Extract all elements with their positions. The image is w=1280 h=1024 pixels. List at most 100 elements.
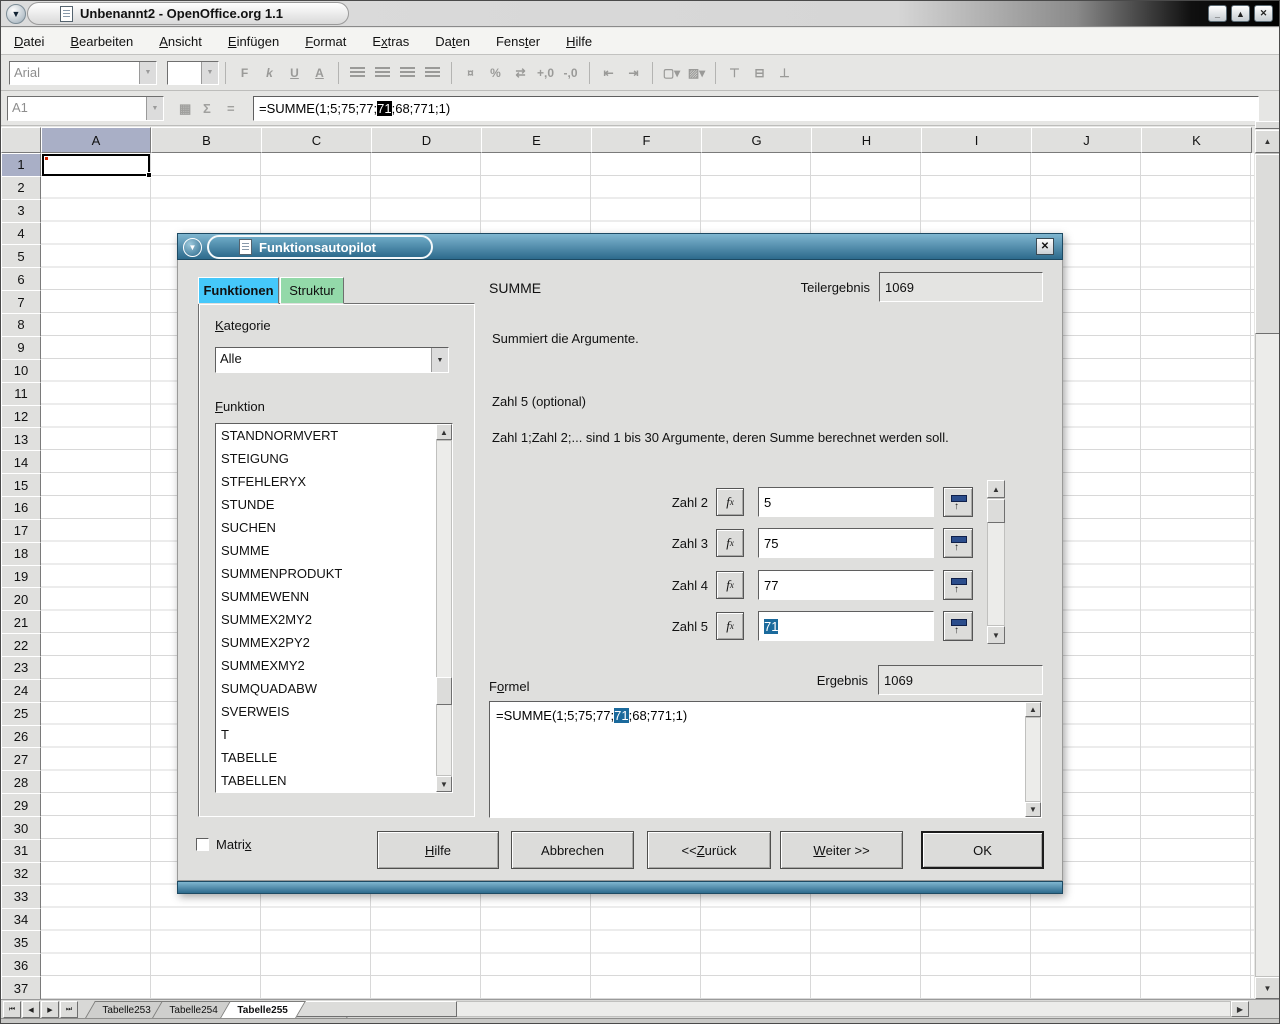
function-item-summex2py2[interactable]: SUMMEX2PY2	[216, 631, 452, 654]
row-header-7[interactable]: 7	[1, 290, 41, 314]
function-list[interactable]: STANDNORMVERTSTEIGUNGSTFEHLERYXSTUNDESUC…	[215, 423, 453, 793]
last-sheet-button[interactable]: ⏭	[60, 1001, 78, 1018]
formel-scroll-down-button[interactable]: ▼	[1025, 802, 1041, 817]
row-header-30[interactable]: 30	[1, 816, 41, 840]
matrix-checkbox[interactable]	[196, 838, 209, 851]
row-header-19[interactable]: 19	[1, 565, 41, 589]
list-scroll-down-button[interactable]: ▼	[436, 776, 452, 792]
formel-scroll-up-button[interactable]: ▲	[1025, 702, 1041, 717]
sum-icon[interactable]: Σ	[203, 101, 211, 116]
row-header-15[interactable]: 15	[1, 473, 41, 497]
row-header-10[interactable]: 10	[1, 359, 41, 383]
v-scrollbar-thumb[interactable]	[1255, 154, 1280, 334]
align-left-icon[interactable]	[345, 61, 370, 85]
function-item-sumquadabw[interactable]: SUMQUADABW	[216, 677, 452, 700]
row-header-20[interactable]: 20	[1, 587, 41, 611]
menu-format[interactable]: Format	[296, 30, 355, 53]
chevron-down-icon[interactable]: ▼	[139, 62, 156, 84]
split-handle[interactable]	[1255, 121, 1280, 129]
bold-icon[interactable]: F	[232, 61, 257, 85]
chevron-down-icon[interactable]: ▼	[431, 348, 448, 372]
function-item-summenprodukt[interactable]: SUMMENPRODUKT	[216, 562, 452, 585]
column-header-i[interactable]: I	[921, 127, 1032, 153]
column-header-h[interactable]: H	[811, 127, 922, 153]
row-header-9[interactable]: 9	[1, 336, 41, 360]
row-header-21[interactable]: 21	[1, 610, 41, 634]
row-header-29[interactable]: 29	[1, 793, 41, 817]
scroll-right-button[interactable]: ▶	[1231, 1001, 1249, 1017]
function-item-sverweis[interactable]: SVERWEIS	[216, 700, 452, 723]
borders-icon[interactable]: ▢▾	[659, 61, 684, 85]
font-size-combo[interactable]: ▼	[167, 61, 219, 85]
row-header-17[interactable]: 17	[1, 519, 41, 543]
align-center-icon[interactable]	[370, 61, 395, 85]
shrink-button[interactable]	[943, 487, 973, 517]
column-header-k[interactable]: K	[1141, 127, 1252, 153]
column-header-g[interactable]: G	[701, 127, 812, 153]
minimize-button[interactable]: _	[1208, 5, 1227, 22]
percent-format-icon[interactable]: %	[483, 61, 508, 85]
row-header-13[interactable]: 13	[1, 427, 41, 451]
menu-bearbeiten[interactable]: Bearbeiten	[61, 30, 142, 53]
scroll-down-button[interactable]: ▼	[1255, 977, 1280, 999]
formula-input[interactable]: =SUMME(1;5;75;77;71;68;771;1)	[253, 96, 1259, 121]
row-header-22[interactable]: 22	[1, 633, 41, 657]
function-item-summexmy2[interactable]: SUMMEXMY2	[216, 654, 452, 677]
arg-input-3[interactable]: 75	[758, 528, 934, 558]
dialog-menu-button[interactable]: ▼	[183, 238, 202, 257]
column-header-f[interactable]: F	[591, 127, 702, 153]
next-button[interactable]: Weiter >>	[780, 831, 903, 869]
maximize-button[interactable]: ▲	[1231, 5, 1250, 22]
function-item-tabellen[interactable]: TABELLEN	[216, 769, 452, 792]
row-header-11[interactable]: 11	[1, 382, 41, 406]
sheet-tab-tabelle255[interactable]: Tabelle255	[220, 1001, 306, 1018]
delete-decimal-icon[interactable]: -,0	[558, 61, 583, 85]
arg-input-4[interactable]: 77	[758, 570, 934, 600]
function-item-t[interactable]: T	[216, 723, 452, 746]
add-decimal-icon[interactable]: +,0	[533, 61, 558, 85]
first-sheet-button[interactable]: ⏮	[3, 1001, 21, 1018]
dialog-titlebar[interactable]: ▼ Funktionsautopilot ✕	[177, 233, 1063, 260]
row-header-31[interactable]: 31	[1, 839, 41, 863]
arg-input-5[interactable]: 71	[758, 611, 934, 641]
menu-daten[interactable]: Daten	[426, 30, 479, 53]
menu-hilfe[interactable]: Hilfe	[557, 30, 601, 53]
row-header-3[interactable]: 3	[1, 199, 41, 223]
args-scrollbar-thumb[interactable]	[987, 499, 1005, 523]
row-header-32[interactable]: 32	[1, 862, 41, 886]
row-header-33[interactable]: 33	[1, 885, 41, 909]
equals-icon[interactable]: =	[227, 101, 235, 116]
row-header-37[interactable]: 37	[1, 976, 41, 1000]
row-header-35[interactable]: 35	[1, 930, 41, 954]
column-header-c[interactable]: C	[261, 127, 372, 153]
increase-indent-icon[interactable]: ⇥	[621, 61, 646, 85]
fill-handle[interactable]	[146, 172, 152, 178]
row-header-1[interactable]: 1	[1, 153, 41, 177]
function-item-stunde[interactable]: STUNDE	[216, 493, 452, 516]
fx-button[interactable]: fx	[716, 571, 744, 599]
standard-format-icon[interactable]: ⇄	[508, 61, 533, 85]
close-button[interactable]: ✕	[1254, 5, 1273, 22]
menu-datei[interactable]: Datei	[5, 30, 53, 53]
row-header-14[interactable]: 14	[1, 450, 41, 474]
column-header-e[interactable]: E	[481, 127, 592, 153]
font-color-icon[interactable]: A	[307, 61, 332, 85]
font-name-combo[interactable]: Arial ▼	[9, 61, 157, 85]
dialog-close-button[interactable]: ✕	[1036, 238, 1054, 255]
fx-button[interactable]: fx	[716, 529, 744, 557]
chevron-down-icon[interactable]: ▼	[201, 62, 218, 84]
menu-einfgen[interactable]: Einfügen	[219, 30, 288, 53]
align-right-icon[interactable]	[395, 61, 420, 85]
next-sheet-button[interactable]: ▶	[41, 1001, 59, 1018]
row-header-36[interactable]: 36	[1, 953, 41, 977]
shrink-button[interactable]	[943, 570, 973, 600]
help-button[interactable]: Hilfe	[377, 831, 499, 869]
select-all-corner[interactable]	[1, 127, 41, 153]
background-color-icon[interactable]: ▨▾	[684, 61, 709, 85]
align-bottom-icon[interactable]: ⊥	[772, 61, 797, 85]
arg-input-2[interactable]: 5	[758, 487, 934, 517]
function-item-stfehleryx[interactable]: STFEHLERYX	[216, 470, 452, 493]
args-scroll-down-button[interactable]: ▼	[987, 626, 1005, 644]
chevron-down-icon[interactable]: ▼	[146, 97, 163, 120]
shrink-button[interactable]	[943, 611, 973, 641]
